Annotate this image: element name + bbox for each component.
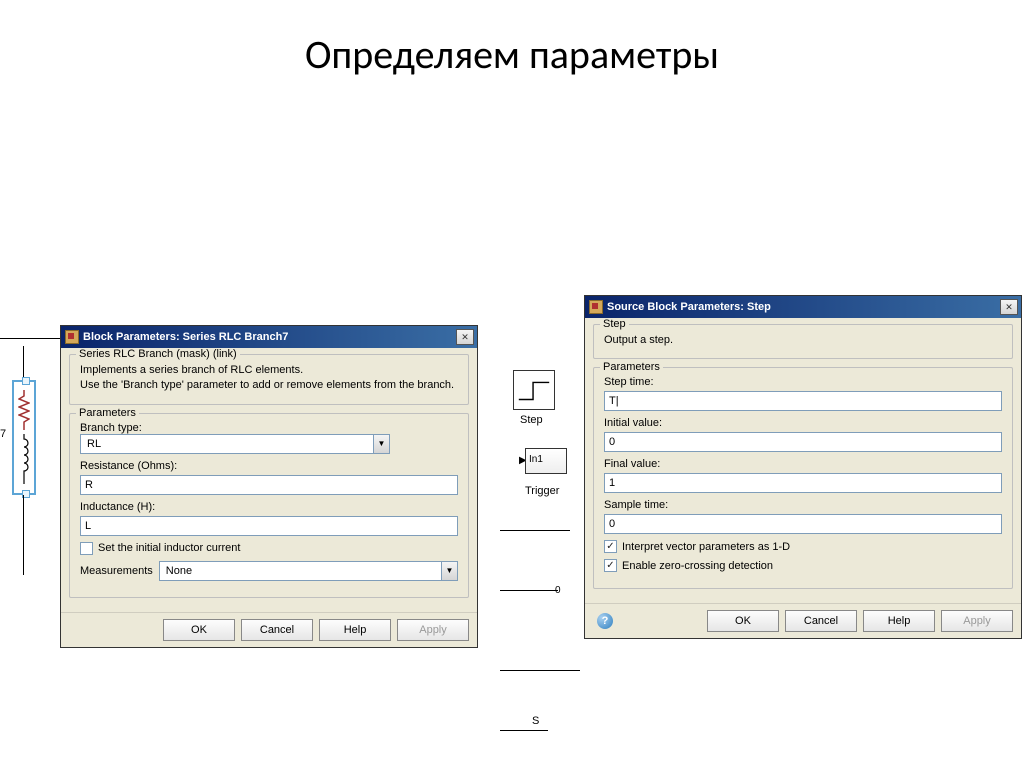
step-dialog: Source Block Parameters: Step ✕ Step Out… [584, 295, 1022, 639]
s-label: S [532, 715, 539, 727]
step-block[interactable] [513, 370, 555, 410]
final-value-input[interactable] [604, 473, 1002, 493]
interpret-vector-checkbox[interactable]: ✓ [604, 540, 617, 553]
rlc-desc-1: Implements a series branch of RLC elemen… [80, 363, 458, 378]
out-port-label: 0 [555, 585, 561, 596]
sample-time-input[interactable] [604, 514, 1002, 534]
rlc-dialog-titlebar[interactable]: Block Parameters: Series RLC Branch7 ✕ [61, 326, 477, 348]
branch-type-label: Branch type: [80, 422, 142, 434]
resistance-input[interactable] [80, 475, 458, 495]
close-icon[interactable]: ✕ [456, 329, 474, 345]
rlc-params-fieldset: Parameters Branch type: RL ▼ Resistance … [69, 413, 469, 598]
initial-value-input[interactable] [604, 432, 1002, 452]
help-button[interactable]: Help [319, 619, 391, 641]
help-info-icon[interactable]: ? [597, 613, 613, 629]
step-time-input[interactable] [604, 391, 1002, 411]
branch-type-value: RL [81, 435, 373, 453]
measurements-label: Measurements [80, 565, 153, 577]
slide-title: Определяем параметры [0, 0, 1024, 99]
rlc-dialog: Block Parameters: Series RLC Branch7 ✕ S… [60, 325, 478, 648]
initial-value-label: Initial value: [604, 417, 1002, 429]
apply-button[interactable]: Apply [397, 619, 469, 641]
chevron-down-icon: ▼ [441, 562, 457, 580]
branch-type-dropdown[interactable]: RL ▼ [80, 434, 390, 454]
step-block-label: Step [520, 414, 543, 426]
rlc-params-legend: Parameters [76, 407, 139, 419]
step-params-fieldset: Parameters Step time: Initial value: Fin… [593, 367, 1013, 589]
cancel-button[interactable]: Cancel [785, 610, 857, 632]
inductance-input[interactable] [80, 516, 458, 536]
rlc-branch-block[interactable] [12, 380, 36, 495]
simulink-icon [589, 300, 603, 314]
interpret-vector-label: Interpret vector parameters as 1-D [622, 541, 790, 553]
final-value-label: Final value: [604, 458, 1002, 470]
set-initial-checkbox[interactable] [80, 542, 93, 555]
rlc-mask-fieldset: Series RLC Branch (mask) (link) Implemen… [69, 354, 469, 405]
step-legend: Step [600, 318, 629, 330]
trigger-label: Trigger [525, 485, 559, 497]
zero-crossing-label: Enable zero-crossing detection [622, 560, 773, 572]
ok-button[interactable]: OK [707, 610, 779, 632]
sample-time-label: Sample time: [604, 499, 1002, 511]
zero-crossing-checkbox[interactable]: ✓ [604, 559, 617, 572]
rlc-dialog-title: Block Parameters: Series RLC Branch7 [83, 331, 456, 343]
step-dialog-titlebar[interactable]: Source Block Parameters: Step ✕ [585, 296, 1021, 318]
block-label-7: 7 [0, 428, 6, 440]
step-dialog-title: Source Block Parameters: Step [607, 301, 1000, 313]
set-initial-label: Set the initial inductor current [98, 542, 240, 554]
help-button[interactable]: Help [863, 610, 935, 632]
measurements-dropdown[interactable]: None ▼ [159, 561, 458, 581]
ok-button[interactable]: OK [163, 619, 235, 641]
simulink-icon [65, 330, 79, 344]
step-desc-fieldset: Step Output a step. [593, 324, 1013, 359]
chevron-down-icon: ▼ [373, 435, 389, 453]
inductance-label: Inductance (H): [80, 501, 458, 513]
in1-block[interactable]: In1 [525, 448, 567, 474]
close-icon[interactable]: ✕ [1000, 299, 1018, 315]
rlc-desc-2: Use the 'Branch type' parameter to add o… [80, 378, 458, 393]
apply-button[interactable]: Apply [941, 610, 1013, 632]
measurements-value: None [160, 562, 441, 580]
rlc-mask-legend: Series RLC Branch (mask) (link) [76, 348, 240, 360]
cancel-button[interactable]: Cancel [241, 619, 313, 641]
step-desc: Output a step. [604, 333, 1002, 348]
step-time-label: Step time: [604, 376, 1002, 388]
step-params-legend: Parameters [600, 361, 663, 373]
resistance-label: Resistance (Ohms): [80, 460, 458, 472]
